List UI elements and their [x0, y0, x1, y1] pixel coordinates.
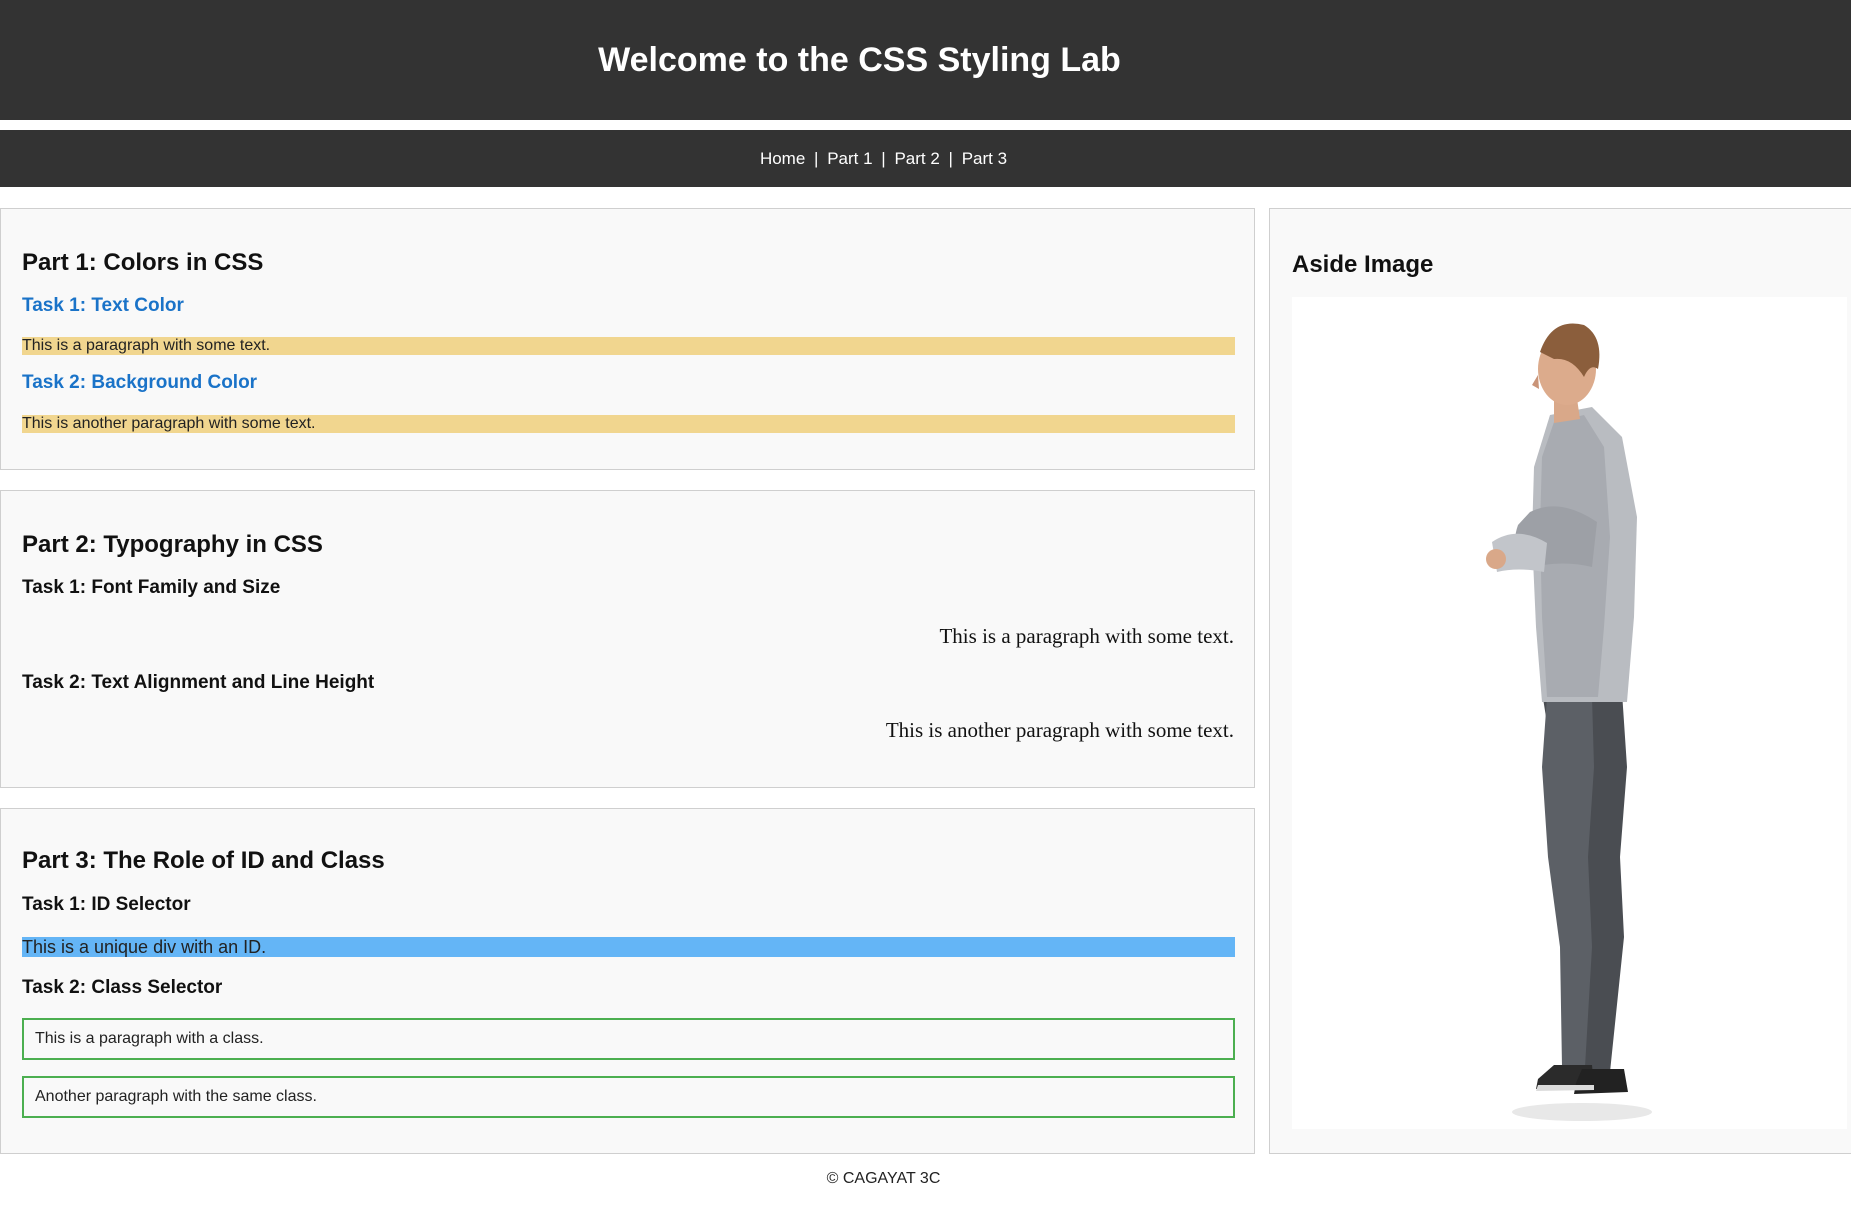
task-heading-class-selector: Task 2: Class Selector — [22, 977, 223, 998]
task-heading-text-color: Task 1: Text Color — [22, 295, 184, 316]
nav-separator: | — [881, 148, 886, 168]
class-paragraph-text: This is a paragraph with a class. — [35, 1030, 264, 1047]
nav-link-part-1[interactable]: Part 1 — [827, 149, 872, 168]
nav-separator: | — [814, 148, 819, 168]
highlighted-paragraph: This is a paragraph with some text. — [22, 337, 1235, 355]
site-header: Welcome to the CSS Styling Lab — [0, 0, 1851, 120]
nav-separator: | — [948, 148, 953, 168]
task-heading-font-family: Task 1: Font Family and Size — [22, 577, 281, 598]
site-footer: © CAGAYAT 3C — [0, 1170, 1851, 1188]
nav-link-part-3[interactable]: Part 3 — [962, 149, 1007, 168]
nav-link-part-2[interactable]: Part 2 — [894, 149, 939, 168]
page-title: Welcome to the CSS Styling Lab — [598, 40, 1121, 79]
unique-id-div: This is a unique div with an ID. — [22, 937, 1235, 957]
class-paragraph: This is a paragraph with a class. — [22, 1018, 1235, 1060]
nav-link-home[interactable]: Home — [760, 149, 805, 168]
class-paragraph-text: Another paragraph with the same class. — [35, 1088, 317, 1105]
section-title-part-3: Part 3: The Role of ID and Class — [22, 847, 385, 874]
main-nav: Home | Part 1 | Part 2 | Part 3 — [0, 130, 1851, 187]
aside-panel: Aside Image — [1269, 208, 1851, 1154]
serif-paragraph: This is a paragraph with some text. — [939, 624, 1234, 648]
section-title-part-2: Part 2: Typography in CSS — [22, 531, 323, 558]
class-paragraph: Another paragraph with the same class. — [22, 1076, 1235, 1118]
man-standing-illustration — [1486, 323, 1652, 1121]
task-heading-id-selector: Task 1: ID Selector — [22, 894, 191, 915]
copyright-text: © CAGAYAT 3C — [826, 1170, 941, 1187]
man-standing-image — [1292, 297, 1847, 1129]
serif-paragraph: This is another paragraph with some text… — [885, 718, 1234, 742]
section-part-1: Part 1: Colors in CSS Task 1: Text Color… — [0, 208, 1255, 470]
aside-title: Aside Image — [1292, 251, 1434, 278]
page: Welcome to the CSS Styling Lab Home | Pa… — [0, 0, 1851, 1209]
section-title-part-1: Part 1: Colors in CSS — [22, 249, 264, 276]
task-heading-text-alignment: Task 2: Text Alignment and Line Height — [22, 672, 375, 693]
task-heading-background-color: Task 2: Background Color — [22, 372, 258, 393]
highlighted-paragraph: This is another paragraph with some text… — [22, 415, 1235, 433]
nav-links: Home | Part 1 | Part 2 | Part 3 — [760, 149, 1007, 169]
section-part-3: Part 3: The Role of ID and Class Task 1:… — [0, 808, 1255, 1154]
section-part-2: Part 2: Typography in CSS Task 1: Font F… — [0, 490, 1255, 788]
